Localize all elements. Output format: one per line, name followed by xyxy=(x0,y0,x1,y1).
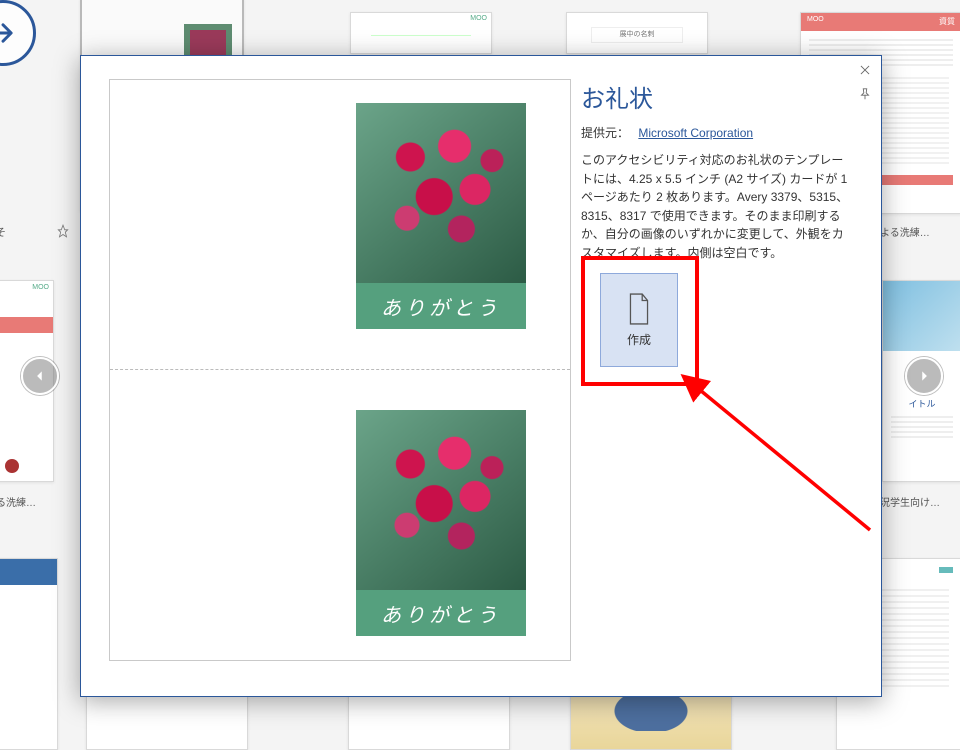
template-caption: そ xyxy=(0,224,56,238)
template-caption: による洗練… xyxy=(870,224,960,238)
thank-you-card-front: ありがとう xyxy=(356,103,526,329)
template-title: お礼状 xyxy=(581,79,855,114)
next-template-button[interactable] xyxy=(905,357,943,395)
annotation-highlight-box: 作成 xyxy=(581,256,699,386)
card-text: ありがとう xyxy=(356,590,526,636)
template-tile[interactable]: MOO xyxy=(350,12,492,54)
template-provider: 提供元： Microsoft Corporation xyxy=(581,124,855,141)
moo-badge: MOO xyxy=(32,284,49,291)
close-button[interactable] xyxy=(855,60,875,80)
card-text: ありがとう xyxy=(356,283,526,329)
document-icon xyxy=(626,293,652,325)
template-preview-dialog: ありがとう ありがとう お礼状 提供元： Microsoft Corporati… xyxy=(80,55,882,697)
template-description: このアクセシビリティ対応のお礼状のテンプレートには、4.25 x 5.5 インチ… xyxy=(581,151,855,263)
moo-badge: MOO xyxy=(807,16,824,23)
back-arrow-icon[interactable] xyxy=(0,0,36,66)
thank-you-card-front: ありがとう xyxy=(356,410,526,636)
create-button-label: 作成 xyxy=(627,331,651,348)
template-tile[interactable] xyxy=(0,558,58,750)
pin-icon[interactable] xyxy=(56,224,70,238)
template-tile[interactable]: 展中の名刺 xyxy=(566,12,708,54)
pin-icon[interactable] xyxy=(855,84,875,104)
provider-link[interactable]: Microsoft Corporation xyxy=(638,126,753,140)
flower-image xyxy=(356,103,526,283)
template-preview-page: ありがとう ありがとう xyxy=(109,79,571,661)
provider-label: 提供元： xyxy=(581,126,629,140)
prev-template-button[interactable] xyxy=(21,357,59,395)
template-caption: 況学生向け… xyxy=(880,494,960,508)
fold-divider xyxy=(110,369,570,370)
moo-badge: MOO xyxy=(470,15,487,22)
template-caption: る洗練… xyxy=(0,494,56,508)
flower-image xyxy=(356,410,526,590)
create-button[interactable]: 作成 xyxy=(600,273,678,367)
template-info-panel: お礼状 提供元： Microsoft Corporation このアクセシビリテ… xyxy=(581,79,855,283)
